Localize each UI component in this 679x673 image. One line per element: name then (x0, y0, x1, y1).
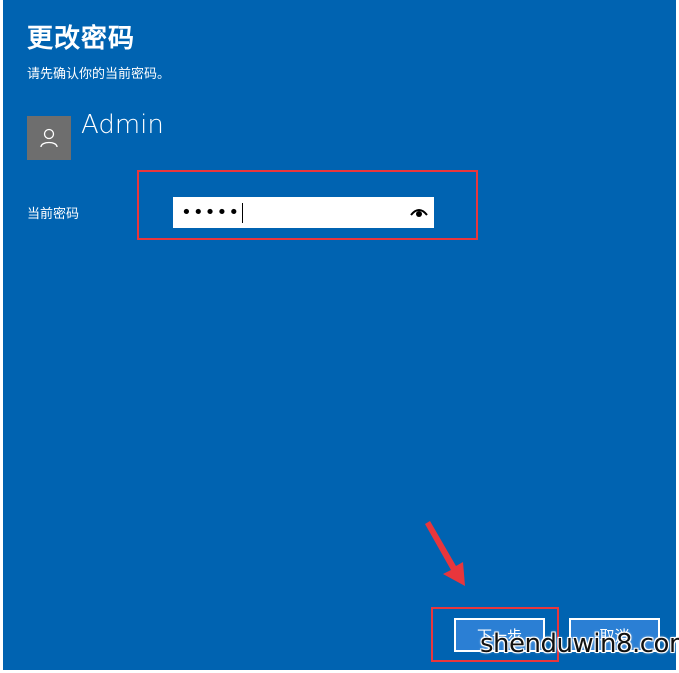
annotation-arrow-icon (425, 521, 465, 586)
dialog-subtitle: 请先确认你的当前密码。 (27, 67, 171, 82)
text-caret (242, 202, 244, 223)
user-name: Admin (81, 110, 164, 140)
current-password-input[interactable]: ••••• (173, 197, 434, 228)
eye-icon[interactable] (410, 204, 428, 220)
change-password-dialog: 更改密码 请先确认你的当前密码。 Admin 当前密码 ••••• 下一步 取消 (3, 0, 676, 670)
password-value: ••••• (181, 202, 241, 223)
site-watermark: shenduwin8.com (480, 629, 679, 659)
dialog-title: 更改密码 (27, 24, 136, 54)
user-avatar (27, 116, 71, 160)
current-password-label: 当前密码 (27, 207, 80, 222)
user-icon (40, 128, 58, 148)
